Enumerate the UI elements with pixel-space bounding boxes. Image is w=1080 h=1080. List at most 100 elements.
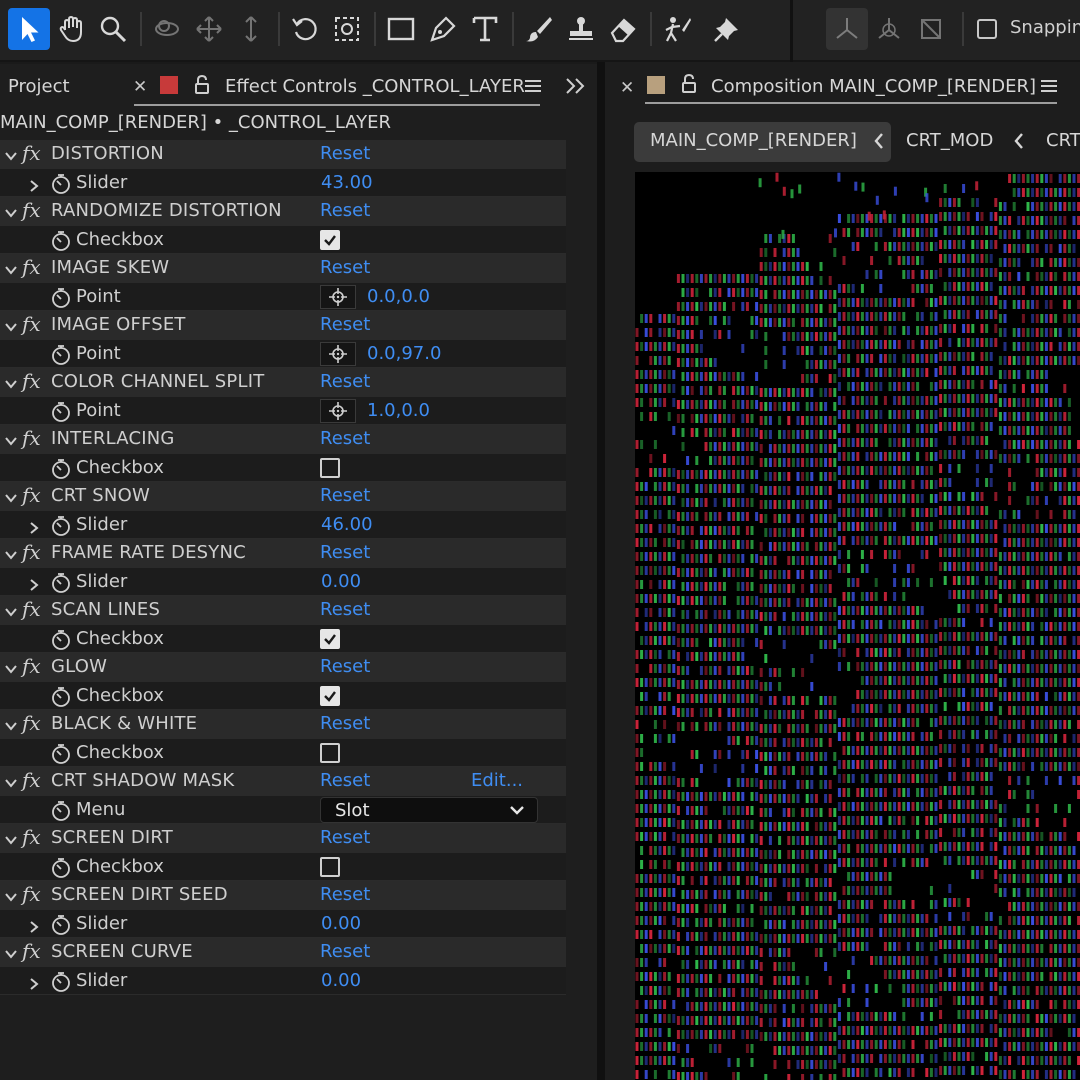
stopwatch-icon[interactable] — [50, 287, 72, 309]
effect-header[interactable]: fx SCREEN DIRT SEED Reset — [0, 881, 566, 910]
tab-composition[interactable]: Composition MAIN_COMP_[RENDER] — [711, 76, 1036, 97]
reset-link[interactable]: Reset — [320, 314, 370, 335]
twirl-right-icon[interactable] — [28, 918, 40, 933]
checkbox[interactable] — [320, 457, 340, 478]
fx-toggle-icon[interactable]: fx — [22, 825, 41, 849]
reset-link[interactable]: Reset — [320, 143, 370, 164]
clone-stamp-tool-icon[interactable] — [560, 8, 602, 50]
fx-toggle-icon[interactable]: fx — [22, 312, 41, 336]
checkbox[interactable] — [320, 685, 340, 706]
slider-value[interactable]: 0.00 — [321, 571, 361, 592]
twirl-down-icon[interactable] — [4, 717, 18, 731]
point-value[interactable]: 0.0,97.0 — [367, 343, 441, 364]
selection-tool-icon[interactable] — [8, 8, 50, 50]
effect-header[interactable]: fx BLACK & WHITE Reset — [0, 710, 566, 739]
crosshair-icon[interactable] — [320, 398, 356, 423]
slider-value[interactable]: 43.00 — [321, 172, 373, 193]
brush-tool-icon[interactable] — [518, 8, 560, 50]
stopwatch-icon[interactable] — [50, 173, 72, 195]
stopwatch-icon[interactable] — [50, 857, 72, 879]
pan-camera-tool-icon[interactable] — [188, 8, 230, 50]
twirl-right-icon[interactable] — [28, 519, 40, 534]
type-tool-icon[interactable] — [464, 8, 506, 50]
fx-toggle-icon[interactable]: fx — [22, 597, 41, 621]
flowchart-comp-label[interactable]: CRT_MOD — [906, 130, 993, 151]
twirl-down-icon[interactable] — [4, 660, 18, 674]
reset-link[interactable]: Reset — [320, 656, 370, 677]
roto-brush-tool-icon[interactable] — [656, 8, 698, 50]
panel-menu-icon[interactable] — [525, 79, 541, 93]
stopwatch-icon[interactable] — [50, 971, 72, 993]
reset-link[interactable]: Reset — [320, 542, 370, 563]
checkbox[interactable] — [320, 742, 340, 763]
label-color-swatch[interactable] — [160, 76, 178, 94]
crosshair-icon[interactable] — [320, 284, 356, 309]
close-tab-icon[interactable]: ✕ — [133, 77, 147, 97]
checkbox[interactable] — [320, 628, 340, 649]
stopwatch-icon[interactable] — [50, 572, 72, 594]
reset-link[interactable]: Reset — [320, 827, 370, 848]
effect-header[interactable]: fx CRT SHADOW MASK Reset Edit... — [0, 767, 566, 796]
flowchart-comp-label[interactable]: MAIN_COMP_[RENDER] — [650, 130, 857, 151]
twirl-right-icon[interactable] — [28, 975, 40, 990]
effect-header[interactable]: fx GLOW Reset — [0, 653, 566, 682]
twirl-down-icon[interactable] — [4, 432, 18, 446]
twirl-down-icon[interactable] — [4, 603, 18, 617]
slider-value[interactable]: 0.00 — [321, 913, 361, 934]
stopwatch-icon[interactable] — [50, 458, 72, 480]
reset-link[interactable]: Reset — [320, 200, 370, 221]
local-axis-mode-icon[interactable] — [826, 8, 868, 50]
fx-toggle-icon[interactable]: fx — [22, 768, 41, 792]
stopwatch-icon[interactable] — [50, 686, 72, 708]
effect-header[interactable]: fx FRAME RATE DESYNC Reset — [0, 539, 566, 568]
effect-header[interactable]: fx COLOR CHANNEL SPLIT Reset — [0, 368, 566, 397]
stopwatch-icon[interactable] — [50, 914, 72, 936]
reset-link[interactable]: Reset — [320, 941, 370, 962]
checkbox[interactable] — [320, 229, 340, 250]
puppet-pin-tool-icon[interactable] — [706, 8, 748, 50]
stopwatch-icon[interactable] — [50, 344, 72, 366]
fx-toggle-icon[interactable]: fx — [22, 654, 41, 678]
effect-header[interactable]: fx SCREEN DIRT Reset — [0, 824, 566, 853]
fx-toggle-icon[interactable]: fx — [22, 369, 41, 393]
twirl-down-icon[interactable] — [4, 831, 18, 845]
stopwatch-icon[interactable] — [50, 800, 72, 822]
edit-link[interactable]: Edit... — [471, 770, 523, 791]
twirl-down-icon[interactable] — [4, 546, 18, 560]
twirl-down-icon[interactable] — [4, 774, 18, 788]
twirl-right-icon[interactable] — [28, 177, 40, 192]
menu-dropdown[interactable]: Slot — [320, 796, 538, 823]
dolly-camera-tool-icon[interactable] — [230, 8, 272, 50]
reset-link[interactable]: Reset — [320, 599, 370, 620]
effect-header[interactable]: fx SCAN LINES Reset — [0, 596, 566, 625]
twirl-down-icon[interactable] — [4, 147, 18, 161]
fx-toggle-icon[interactable]: fx — [22, 540, 41, 564]
flowchart-comp-label[interactable]: CRT — [1046, 130, 1080, 151]
world-axis-mode-icon[interactable] — [868, 8, 910, 50]
point-value[interactable]: 0.0,0.0 — [367, 286, 430, 307]
effect-header[interactable]: fx RANDOMIZE DISTORTION Reset — [0, 197, 566, 226]
effect-header[interactable]: fx INTERLACING Reset — [0, 425, 566, 454]
fx-toggle-icon[interactable]: fx — [22, 939, 41, 963]
reset-link[interactable]: Reset — [320, 428, 370, 449]
reset-link[interactable]: Reset — [320, 371, 370, 392]
twirl-down-icon[interactable] — [4, 204, 18, 218]
effect-header[interactable]: fx DISTORTION Reset — [0, 140, 566, 169]
reset-link[interactable]: Reset — [320, 770, 370, 791]
eraser-tool-icon[interactable] — [602, 8, 644, 50]
orbit-camera-tool-icon[interactable] — [146, 8, 188, 50]
twirl-down-icon[interactable] — [4, 375, 18, 389]
fx-toggle-icon[interactable]: fx — [22, 141, 41, 165]
pan-behind-tool-icon[interactable] — [326, 8, 368, 50]
panel-splitter[interactable] — [597, 62, 605, 1080]
lock-icon[interactable] — [681, 74, 697, 94]
twirl-down-icon[interactable] — [4, 261, 18, 275]
overflow-chevrons-icon[interactable] — [565, 77, 587, 95]
lock-icon[interactable] — [194, 75, 210, 95]
slider-value[interactable]: 46.00 — [321, 514, 373, 535]
panel-menu-icon[interactable] — [1041, 79, 1057, 93]
twirl-down-icon[interactable] — [4, 318, 18, 332]
fx-toggle-icon[interactable]: fx — [22, 882, 41, 906]
tab-effect-controls[interactable]: Effect Controls _CONTROL_LAYER — [225, 76, 525, 97]
fx-toggle-icon[interactable]: fx — [22, 426, 41, 450]
